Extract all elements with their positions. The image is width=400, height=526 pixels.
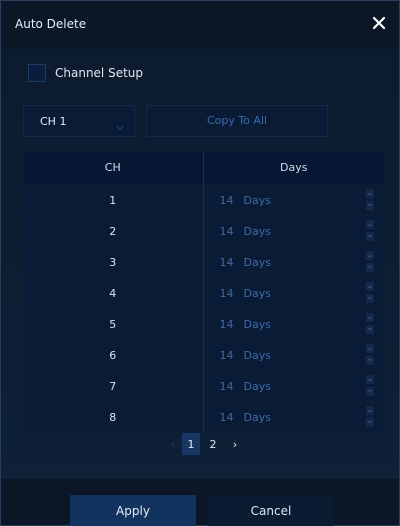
spin-up-icon[interactable]: [366, 344, 374, 353]
days-unit: Days: [243, 193, 271, 207]
days-value: 14: [219, 348, 234, 362]
days-spinner[interactable]: [366, 282, 374, 304]
dialog-title: Auto Delete: [15, 17, 87, 31]
spin-down-icon[interactable]: [366, 263, 374, 272]
days-cell[interactable]: 14 Days: [203, 309, 384, 339]
spin-down-icon[interactable]: [366, 387, 374, 396]
spin-down-icon[interactable]: [366, 356, 374, 365]
page-2-button[interactable]: 2: [204, 433, 222, 455]
spin-up-icon[interactable]: [366, 375, 374, 384]
auto-delete-dialog: Auto Delete Channel Setup CH 1 Copy To A…: [0, 0, 400, 526]
days-cell[interactable]: 14 Days: [203, 402, 384, 432]
channel-cell: 3: [23, 247, 204, 277]
days-unit: Days: [243, 379, 271, 393]
channel-cell: 1: [23, 185, 204, 215]
table-row: 6 14 Days: [23, 340, 384, 370]
chevron-down-icon: [116, 117, 124, 136]
days-cell[interactable]: 14 Days: [203, 216, 384, 246]
channel-cell: 8: [23, 402, 204, 432]
channel-setup-row: Channel Setup: [28, 64, 143, 82]
days-cell[interactable]: 14 Days: [203, 340, 384, 370]
days-spinner[interactable]: [366, 406, 374, 428]
table-row: 3 14 Days: [23, 247, 384, 277]
days-unit: Days: [243, 410, 271, 424]
column-header-days: Days: [203, 151, 384, 184]
spin-down-icon[interactable]: [366, 418, 374, 427]
days-spinner[interactable]: [366, 220, 374, 242]
spin-down-icon[interactable]: [366, 294, 374, 303]
column-header-ch: CH: [23, 151, 204, 184]
days-spinner[interactable]: [366, 375, 374, 397]
days-cell[interactable]: 14 Days: [203, 185, 384, 215]
apply-button[interactable]: Apply: [70, 495, 196, 526]
channel-cell: 4: [23, 278, 204, 308]
channel-cell: 6: [23, 340, 204, 370]
days-unit: Days: [243, 348, 271, 362]
channel-setup-checkbox[interactable]: [28, 64, 46, 82]
days-cell[interactable]: 14 Days: [203, 278, 384, 308]
spin-up-icon[interactable]: [366, 189, 374, 198]
table-row: 7 14 Days: [23, 371, 384, 401]
days-spinner[interactable]: [366, 313, 374, 335]
days-value: 14: [219, 224, 234, 238]
days-cell[interactable]: 14 Days: [203, 371, 384, 401]
table-row: 2 14 Days: [23, 216, 384, 246]
spin-up-icon[interactable]: [366, 313, 374, 322]
days-spinner[interactable]: [366, 189, 374, 211]
days-value: 14: [219, 255, 234, 269]
close-icon[interactable]: [369, 13, 389, 33]
days-unit: Days: [243, 317, 271, 331]
spin-down-icon[interactable]: [366, 232, 374, 241]
spin-up-icon[interactable]: [366, 282, 374, 291]
page-1-button[interactable]: 1: [182, 433, 200, 455]
days-unit: Days: [243, 255, 271, 269]
auto-delete-table: CH Days 1 14 Days 2 14 Days 3 14 Days 4 …: [23, 151, 384, 432]
pagination: ‹ 1 2 ›: [164, 432, 244, 456]
footer-bar: [1, 479, 399, 525]
channel-cell: 2: [23, 216, 204, 246]
table-row: 8 14 Days: [23, 402, 384, 432]
table-row: 1 14 Days: [23, 185, 384, 215]
days-value: 14: [219, 410, 234, 424]
spin-up-icon[interactable]: [366, 220, 374, 229]
spin-down-icon[interactable]: [366, 201, 374, 210]
title-bar: Auto Delete: [1, 1, 399, 47]
channel-select[interactable]: CH 1: [23, 105, 135, 137]
spin-up-icon[interactable]: [366, 406, 374, 415]
channel-setup-label: Channel Setup: [55, 66, 144, 80]
table-header: CH Days: [23, 151, 384, 184]
days-spinner[interactable]: [366, 344, 374, 366]
days-unit: Days: [243, 224, 271, 238]
channel-cell: 5: [23, 309, 204, 339]
channel-cell: 7: [23, 371, 204, 401]
channel-select-value: CH 1: [40, 115, 67, 128]
days-unit: Days: [243, 286, 271, 300]
spin-down-icon[interactable]: [366, 325, 374, 334]
days-spinner[interactable]: [366, 251, 374, 273]
copy-to-all-button[interactable]: Copy To All: [146, 105, 328, 137]
cancel-button[interactable]: Cancel: [208, 495, 334, 526]
spin-up-icon[interactable]: [366, 251, 374, 260]
days-cell[interactable]: 14 Days: [203, 247, 384, 277]
days-value: 14: [219, 286, 234, 300]
table-row: 5 14 Days: [23, 309, 384, 339]
days-value: 14: [219, 193, 234, 207]
days-value: 14: [219, 379, 234, 393]
days-value: 14: [219, 317, 234, 331]
prev-page-icon[interactable]: ‹: [164, 433, 182, 455]
table-row: 4 14 Days: [23, 278, 384, 308]
next-page-icon[interactable]: ›: [226, 433, 244, 455]
